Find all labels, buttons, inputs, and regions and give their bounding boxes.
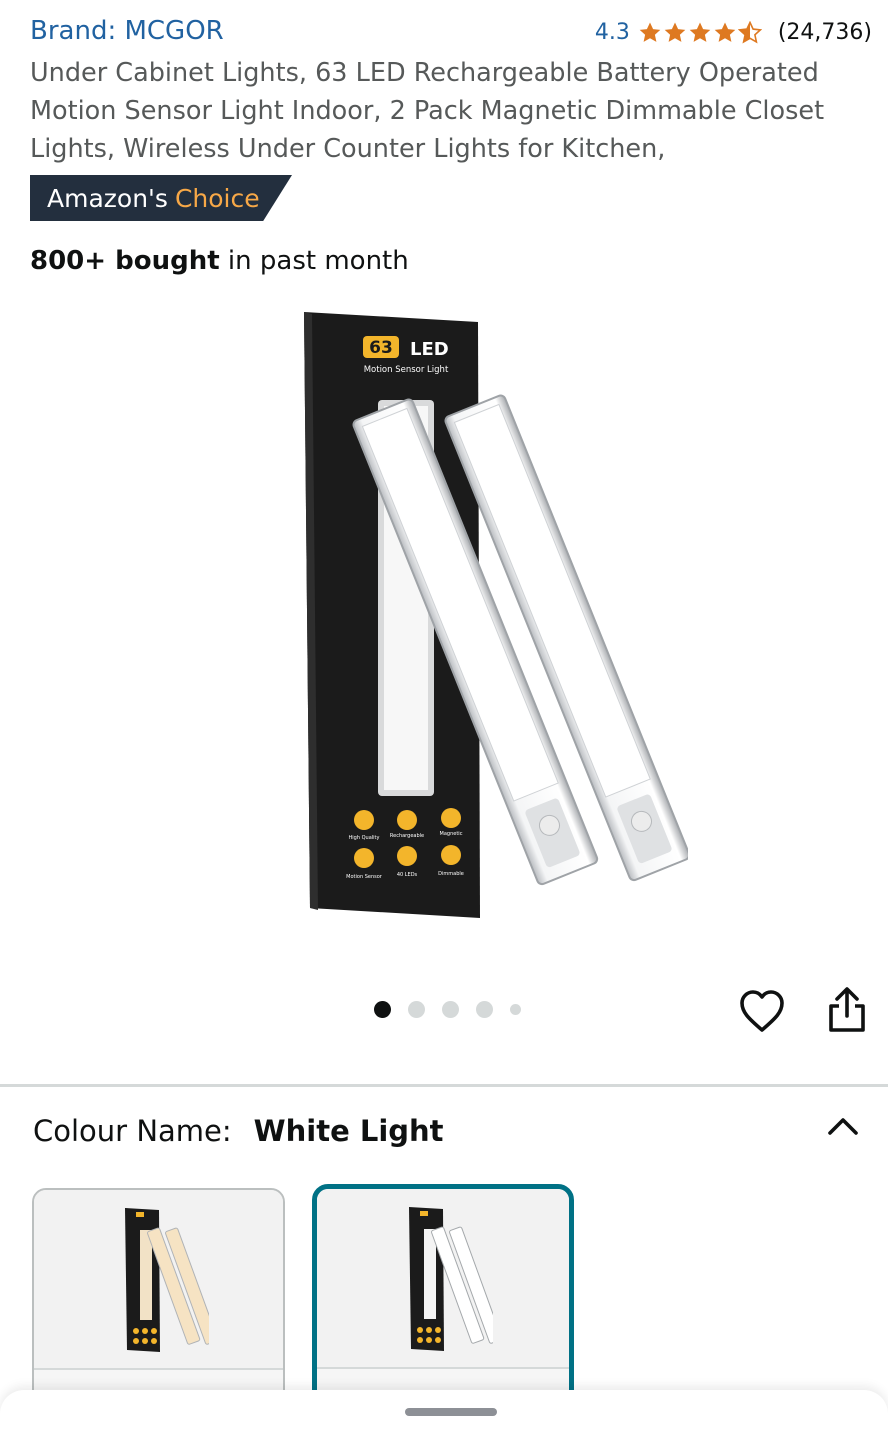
badge-accent: Choice: [174, 183, 260, 213]
box-feature-label: Magnetic: [440, 831, 463, 837]
carousel-dot[interactable]: [510, 1004, 521, 1015]
box-led-count: 63: [369, 338, 393, 358]
star-icon: [664, 22, 686, 42]
swatch-divider: [34, 1368, 283, 1370]
box-feature-label: High Quality: [349, 835, 380, 841]
heart-icon[interactable]: [738, 988, 786, 1034]
carousel-dot[interactable]: [408, 1001, 425, 1018]
bought-bold: 800+ bought: [30, 246, 220, 276]
star-icon: [714, 22, 736, 42]
rating-summary[interactable]: 4.3 (24,736): [595, 20, 872, 45]
review-count: (24,736): [777, 20, 872, 45]
box-feature-label: Dimmable: [438, 871, 464, 877]
rating-stars: [638, 20, 762, 45]
box-feature-label: Rechargeable: [390, 833, 424, 839]
carousel-dot[interactable]: [476, 1001, 493, 1018]
chevron-up-icon[interactable]: [826, 1110, 860, 1144]
box-feature-label: 40 LEDs: [397, 872, 418, 878]
variant-selected-value: White Light: [253, 1114, 444, 1148]
product-image[interactable]: 63 LED Motion Sensor Light High Quality …: [218, 300, 688, 930]
box-subtitle: Motion Sensor Light: [364, 365, 449, 375]
box-led-word: LED: [410, 339, 449, 360]
carousel-dot[interactable]: [374, 1001, 391, 1018]
badge-prefix: Amazon's: [47, 183, 168, 213]
share-icon[interactable]: [826, 986, 868, 1034]
bought-rest: in past month: [219, 246, 409, 276]
sheet-drag-handle[interactable]: [405, 1408, 497, 1416]
amazons-choice-badge[interactable]: Amazon's Choice: [30, 175, 292, 221]
variant-label: Colour Name:: [33, 1114, 232, 1148]
swatch-divider: [317, 1367, 569, 1369]
carousel-dots[interactable]: [374, 1001, 521, 1018]
box-feature-label: Motion Sensor: [346, 874, 383, 880]
swatch-thumbnail: [409, 1207, 493, 1351]
section-divider: [0, 1084, 888, 1087]
star-icon: [639, 22, 661, 42]
bought-count: 800+ bought in past month: [30, 246, 409, 276]
carousel-dot[interactable]: [442, 1001, 459, 1018]
brand-link[interactable]: Brand: MCGOR: [30, 16, 224, 46]
rating-value: 4.3: [594, 20, 630, 45]
swatch-thumbnail: [124, 1208, 209, 1352]
star-icon: [689, 22, 711, 42]
variant-selector-header: Colour Name: White Light: [33, 1114, 444, 1148]
half-star-icon: [737, 20, 762, 43]
